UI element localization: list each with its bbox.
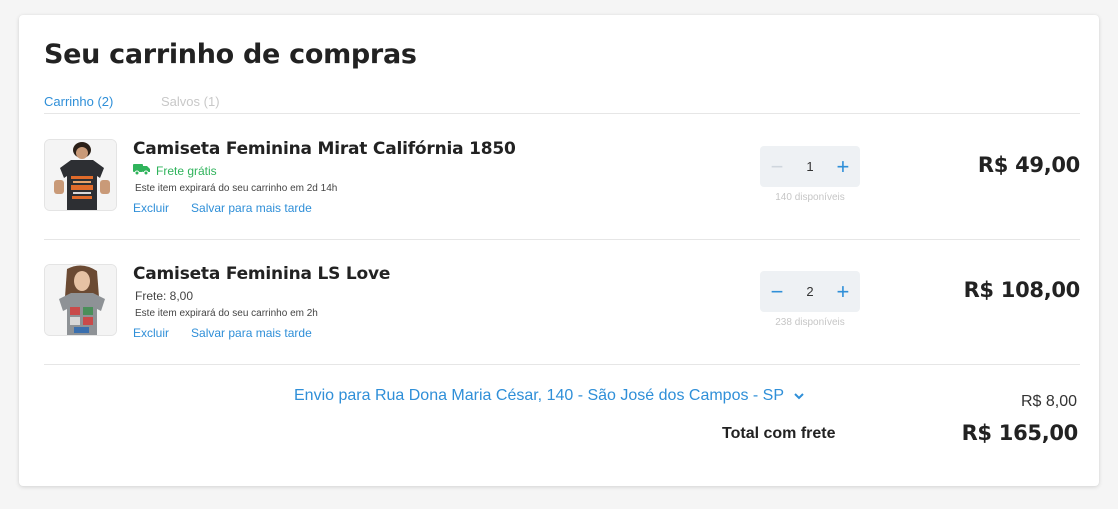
total-value: R$ 165,00 xyxy=(961,421,1079,445)
expiry-notice: Este item expirará do seu carrinho em 2h xyxy=(135,308,318,319)
cart-item: Camiseta Feminina LS Love Frete: 8,00 Es… xyxy=(44,240,1080,365)
decrease-button[interactable]: − xyxy=(766,280,788,303)
cart-card: Seu carrinho de compras Carrinho (2) Sal… xyxy=(19,15,1099,486)
tab-saved[interactable]: Salvos (1) xyxy=(161,94,220,109)
shipping-cost: R$ 8,00 xyxy=(1020,393,1077,410)
increase-button[interactable]: + xyxy=(832,155,854,178)
quantity-value: 1 xyxy=(806,159,814,174)
item-actions: Excluir Salvar para mais tarde xyxy=(133,201,334,215)
available-stock: 238 disponíveis xyxy=(775,317,845,328)
cart-item: Camiseta Feminina Mirat Califórnia 1850 … xyxy=(44,115,1080,240)
increase-button[interactable]: + xyxy=(832,280,854,303)
delete-link[interactable]: Excluir xyxy=(133,326,169,340)
truck-icon xyxy=(133,163,150,178)
save-for-later-link[interactable]: Salvar para mais tarde xyxy=(191,201,312,215)
item-price: R$ 108,00 xyxy=(963,278,1081,302)
page-title: Seu carrinho de compras xyxy=(44,39,417,70)
quantity-stepper: − 1 + xyxy=(760,146,860,187)
tab-cart[interactable]: Carrinho (2) xyxy=(44,94,113,109)
chevron-down-icon xyxy=(794,387,804,405)
product-image[interactable] xyxy=(44,264,117,336)
shipping-info: Frete grátis xyxy=(133,163,217,178)
quantity-stepper: − 2 + xyxy=(760,271,860,312)
quantity-value: 2 xyxy=(806,284,814,299)
expiry-notice: Este item expirará do seu carrinho em 2d… xyxy=(135,183,338,194)
save-for-later-link[interactable]: Salvar para mais tarde xyxy=(191,326,312,340)
product-name[interactable]: Camiseta Feminina LS Love xyxy=(133,264,390,284)
shipping-address-selector[interactable]: Envio para Rua Dona Maria César, 140 - S… xyxy=(294,387,804,405)
total-label: Total com frete xyxy=(722,425,836,442)
item-price: R$ 49,00 xyxy=(977,153,1080,177)
decrease-button[interactable]: − xyxy=(766,155,788,178)
product-image[interactable] xyxy=(44,139,117,211)
free-shipping-label: Frete grátis xyxy=(156,163,217,178)
cart-tabs: Carrinho (2) Salvos (1) xyxy=(44,94,1080,114)
delete-link[interactable]: Excluir xyxy=(133,201,169,215)
available-stock: 140 disponíveis xyxy=(775,192,845,203)
product-name[interactable]: Camiseta Feminina Mirat Califórnia 1850 xyxy=(133,139,516,159)
shipping-address: Envio para Rua Dona Maria César, 140 - S… xyxy=(294,387,785,404)
item-actions: Excluir Salvar para mais tarde xyxy=(133,326,334,340)
shipping-fee: Frete: 8,00 xyxy=(135,289,194,303)
